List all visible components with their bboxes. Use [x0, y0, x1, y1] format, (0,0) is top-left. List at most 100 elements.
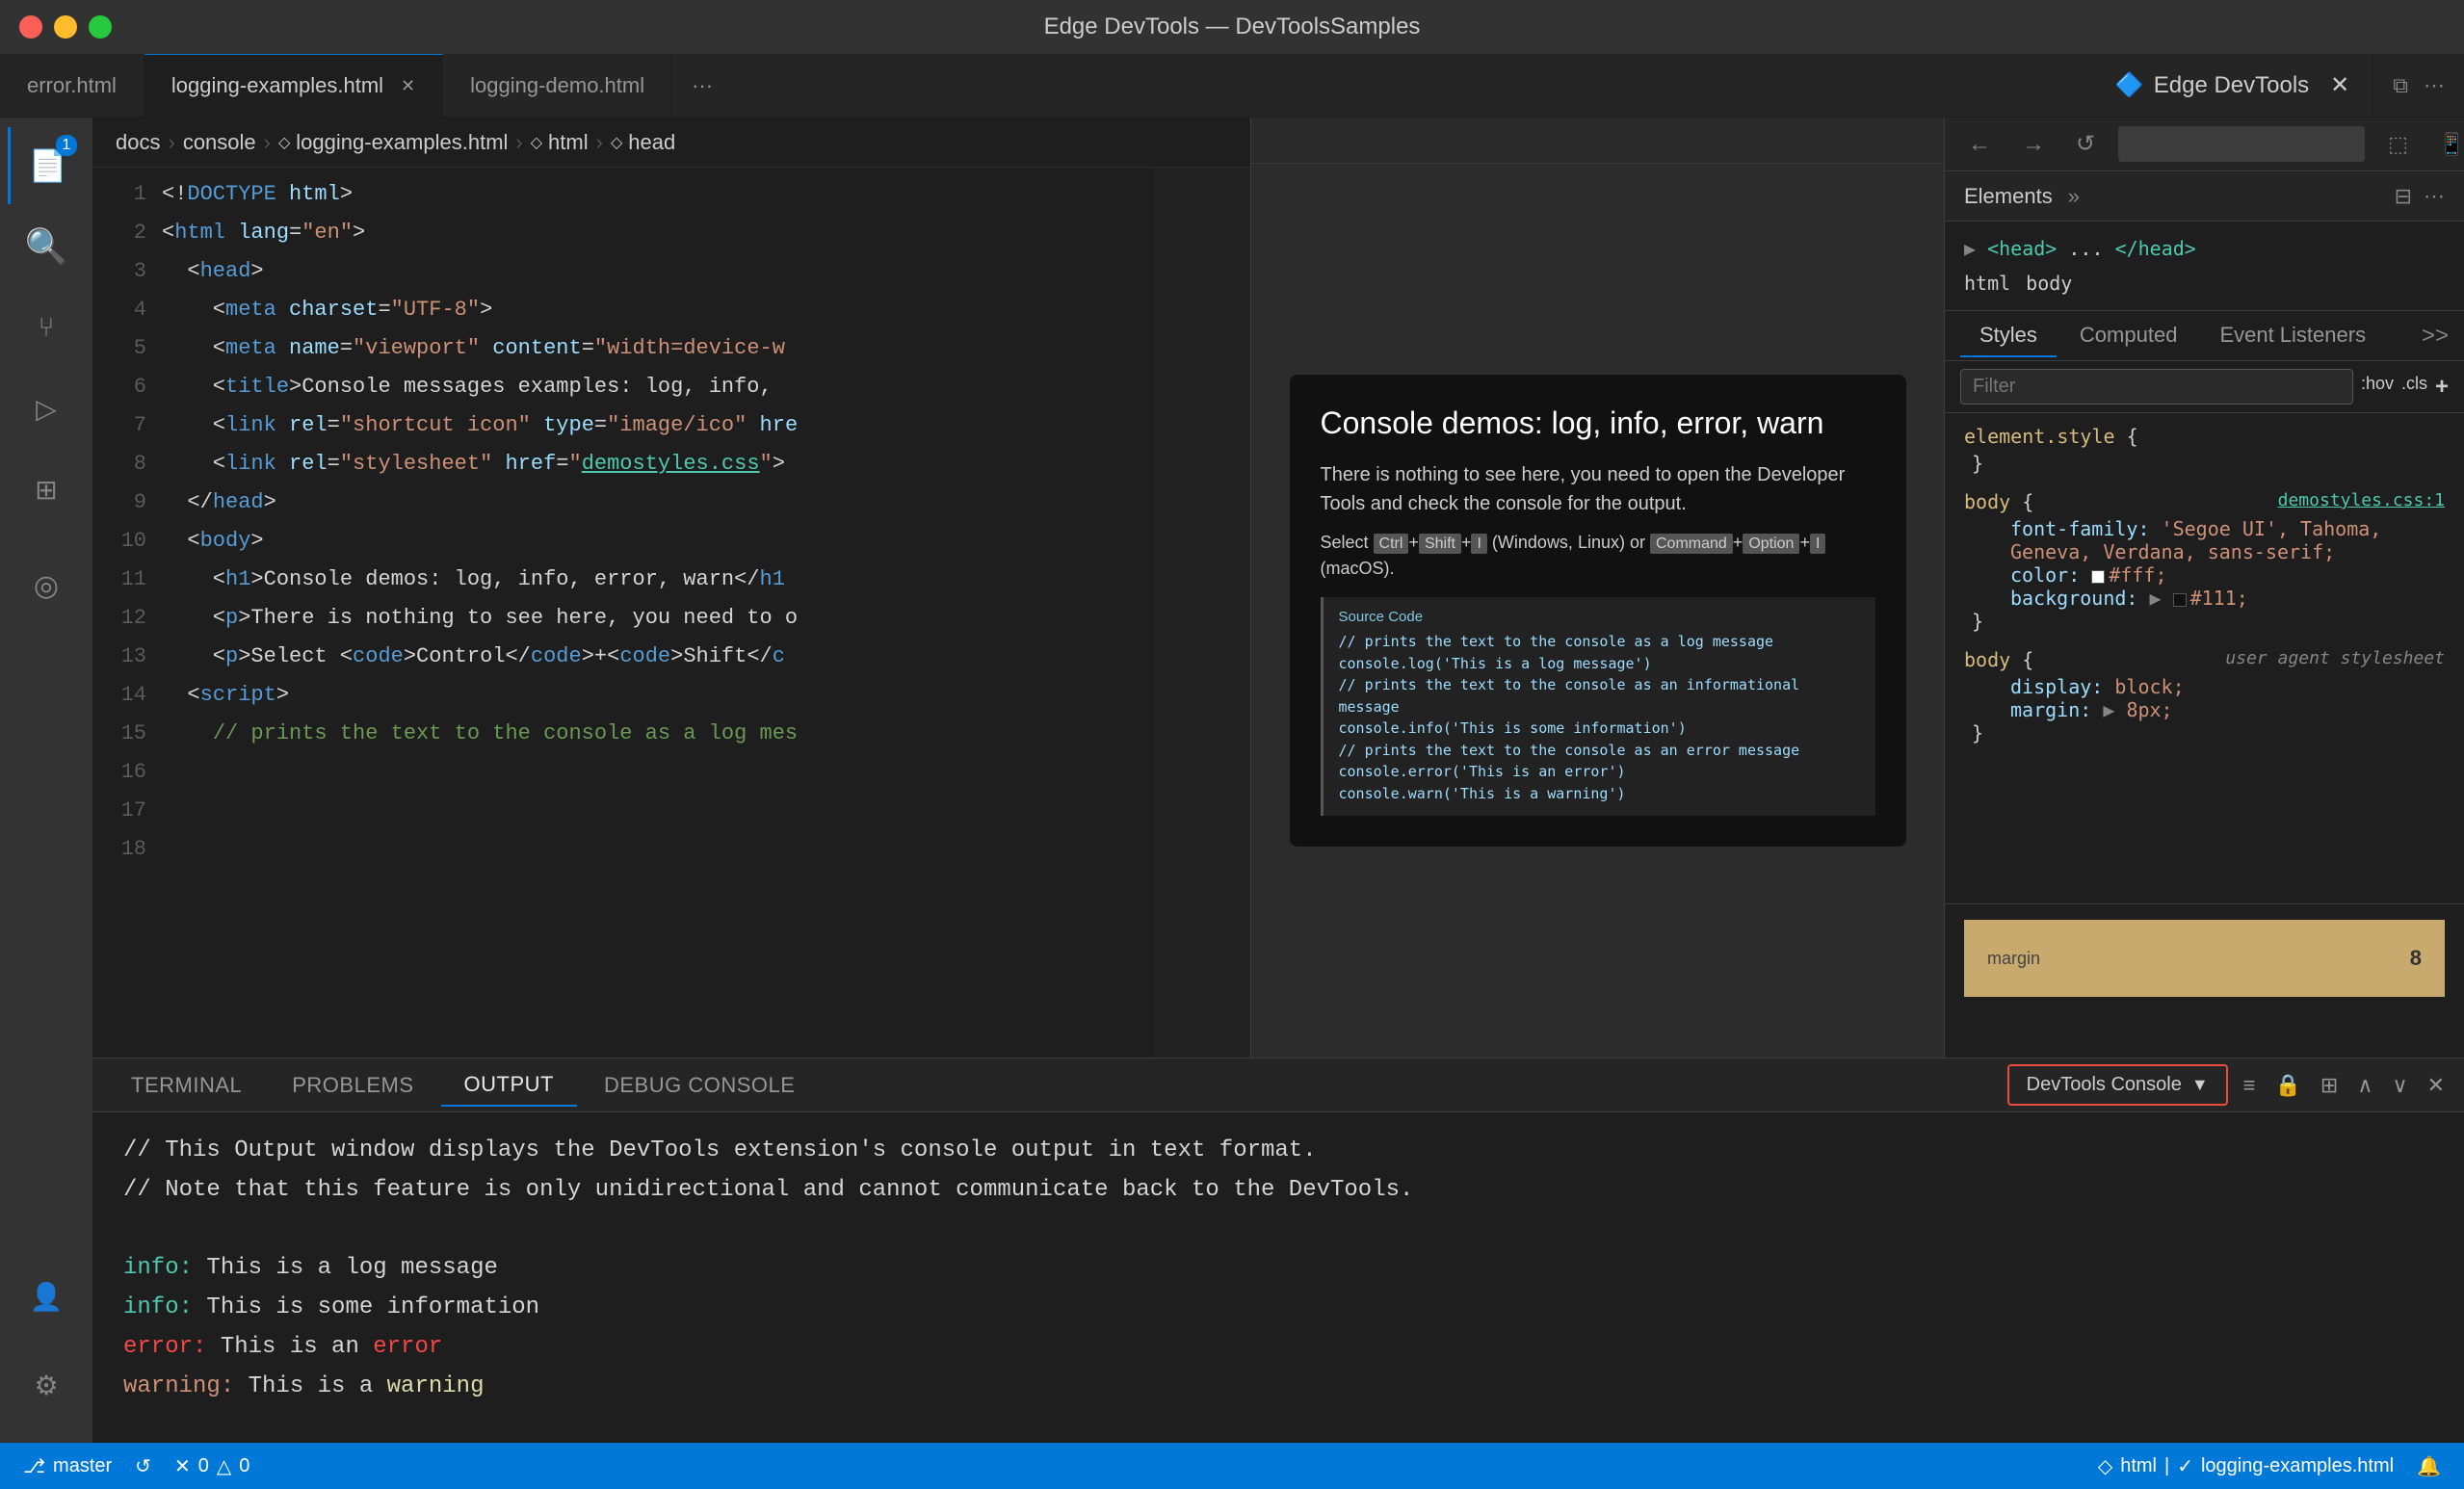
activity-edge[interactable]: ◎: [8, 547, 85, 624]
forward-button[interactable]: →: [2014, 127, 2053, 162]
styles-filter-bar: :hov .cls +: [1945, 361, 2464, 413]
output-line-error: error: This is an error: [123, 1328, 2433, 1368]
code-line-5: <meta name="viewport" content="width=dev…: [162, 329, 1250, 368]
maximize-button[interactable]: [89, 15, 112, 39]
back-button[interactable]: ←: [1960, 127, 1999, 162]
close-button[interactable]: [19, 15, 42, 39]
devtools-nav-toolbar: ← → ↺ https://microsoftedge.github.io/De…: [1945, 118, 2464, 171]
output-content: // This Output window displays the DevTo…: [92, 1112, 2464, 1443]
margin-value: 8: [2410, 946, 2422, 971]
tab-debug-console[interactable]: DEBUG CONSOLE: [581, 1065, 818, 1106]
activity-explorer[interactable]: 📄 1: [8, 127, 85, 204]
breadcrumb-file[interactable]: ◇ logging-examples.html: [278, 130, 508, 155]
tab-logging-demo[interactable]: logging-demo.html: [443, 54, 672, 117]
code-content: <!DOCTYPE html> <html lang="en"> <head> …: [162, 168, 1250, 1058]
activity-bar: 📄 1 🔍 ⑂ ▷ ⊞ ◎ 👤: [0, 118, 92, 1443]
devtools-panel: ← → ↺ https://microsoftedge.github.io/De…: [1944, 118, 2464, 1058]
more-panels-icon[interactable]: »: [2068, 184, 2080, 209]
editor-tabbar: error.html logging-examples.html ✕ loggi…: [0, 54, 2464, 118]
activity-search[interactable]: 🔍: [8, 208, 85, 285]
styles-more-icon[interactable]: >>: [2422, 323, 2449, 350]
tab-terminal[interactable]: TERMINAL: [108, 1065, 265, 1106]
minimize-button[interactable]: [54, 15, 77, 39]
titlebar: Edge DevTools — DevToolsSamples: [0, 0, 2464, 54]
dom-html-link[interactable]: html: [1964, 268, 2010, 299]
devtools-tab-close-icon[interactable]: ✕: [2330, 71, 2349, 99]
cls-button[interactable]: .cls: [2401, 374, 2427, 401]
elements-label[interactable]: Elements: [1964, 184, 2053, 209]
language-label: html: [2120, 1455, 2157, 1477]
tab-styles[interactable]: Styles: [1960, 315, 2057, 357]
output-line-comment-1: // This Output window displays the DevTo…: [123, 1132, 2433, 1171]
device-icon[interactable]: 📱: [2431, 128, 2464, 161]
settings-icon-btn[interactable]: ⚙: [8, 1346, 85, 1424]
tab-computed[interactable]: Computed: [2060, 315, 2197, 357]
breadcrumb-console[interactable]: console: [183, 130, 256, 155]
tab-error-html[interactable]: error.html: [0, 54, 144, 117]
head-icon: ◇: [611, 133, 622, 152]
breadcrumb-sep1: ›: [168, 130, 174, 155]
html-icon: ◇: [531, 133, 542, 152]
code-line-1: <!DOCTYPE html>: [162, 175, 1250, 214]
lock-icon[interactable]: 🔒: [2271, 1069, 2305, 1102]
breadcrumb: docs › console › ◇ logging-examples.html…: [92, 118, 1250, 168]
split-editor-icon[interactable]: ⧉: [2393, 73, 2408, 98]
refresh-button[interactable]: ↺: [2068, 126, 2103, 162]
notifications-status[interactable]: 🔔: [2417, 1454, 2441, 1478]
console-selector[interactable]: DevTools Console ▼: [2007, 1064, 2228, 1106]
preview-code-line-1: // prints the text to the console as a l…: [1339, 631, 1860, 653]
style-rule-body-2: body { user agent stylesheet display: bl…: [1964, 648, 2445, 744]
tab-problems[interactable]: PROBLEMS: [269, 1065, 436, 1106]
warning-count: 0: [239, 1455, 249, 1477]
split-panel-icon[interactable]: ⊟: [2395, 184, 2412, 209]
code-line-17: <script>: [162, 676, 1250, 715]
styles-filter-input[interactable]: [1960, 369, 2353, 405]
url-bar[interactable]: https://microsoftedge.github.io/DevTools…: [2118, 126, 2365, 162]
git-branch-status[interactable]: ⎇ master: [23, 1454, 112, 1478]
error-count: 0: [198, 1455, 209, 1477]
language-status[interactable]: ◇ html | ✓ logging-examples.html: [2098, 1454, 2394, 1478]
scroll-down-icon[interactable]: ∨: [2388, 1069, 2411, 1102]
add-style-button[interactable]: +: [2435, 374, 2449, 401]
extensions-icon: ⊞: [35, 474, 57, 506]
tab-close-icon[interactable]: ✕: [401, 76, 415, 96]
more-options-icon[interactable]: ⋯: [2424, 184, 2445, 209]
activity-source-control[interactable]: ⑂: [8, 289, 85, 366]
file-icon: ◇: [278, 133, 290, 152]
account-icon-btn[interactable]: 👤: [8, 1258, 85, 1335]
more-actions-icon[interactable]: ⋯: [2424, 73, 2445, 98]
code-editor-area: docs › console › ◇ logging-examples.html…: [92, 118, 1250, 1058]
errors-status[interactable]: ✕ 0 △ 0: [174, 1454, 249, 1478]
activity-extensions[interactable]: ⊞: [8, 451, 85, 528]
sync-status[interactable]: ↺: [135, 1454, 151, 1478]
filename-label: logging-examples.html: [2201, 1455, 2394, 1477]
code-line-7: <link rel="shortcut icon" type="image/ic…: [162, 406, 1250, 445]
warning-icon: △: [217, 1454, 231, 1478]
tab-logging-examples[interactable]: logging-examples.html ✕: [144, 54, 443, 117]
list-view-icon[interactable]: ≡: [2240, 1069, 2260, 1102]
new-terminal-icon[interactable]: ⊞: [2317, 1069, 2342, 1102]
git-branch-label: master: [53, 1455, 112, 1477]
dom-body-link[interactable]: body: [2026, 268, 2072, 299]
code-editor[interactable]: 12345 678910 1112131415 161718 <!DOCTYPE…: [92, 168, 1250, 1058]
devtools-tab-label: Edge DevTools: [2154, 72, 2309, 99]
preview-code-line-6: console.error('This is an error'): [1339, 761, 1860, 783]
inspect-icon[interactable]: ⬚: [2380, 128, 2416, 161]
activity-run[interactable]: ▷: [8, 370, 85, 447]
run-icon: ▷: [36, 393, 57, 425]
tab-event-listeners[interactable]: Event Listeners: [2200, 315, 2385, 357]
breadcrumb-head[interactable]: ◇ head: [611, 130, 675, 155]
breadcrumb-html[interactable]: ◇ html: [531, 130, 589, 155]
output-line-info-1: info: This is a log message: [123, 1249, 2433, 1289]
tab-output[interactable]: OUTPUT: [441, 1064, 577, 1107]
scroll-up-icon[interactable]: ∧: [2353, 1069, 2376, 1102]
tabs-more-button[interactable]: ···: [672, 73, 732, 98]
hov-button[interactable]: :hov: [2361, 374, 2394, 401]
dom-tree: ▶ <head> ... </head> html body: [1945, 222, 2464, 311]
demostyles-source-link[interactable]: demostyles.css:1: [2278, 490, 2445, 510]
breadcrumb-docs[interactable]: docs: [116, 130, 160, 155]
statusbar-right: ◇ html | ✓ logging-examples.html 🔔: [2098, 1454, 2441, 1478]
devtools-tab[interactable]: 🔷 Edge DevTools ✕: [2092, 54, 2373, 117]
close-panel-icon[interactable]: ✕: [2424, 1069, 2449, 1102]
source-control-icon: ⑂: [39, 312, 55, 343]
